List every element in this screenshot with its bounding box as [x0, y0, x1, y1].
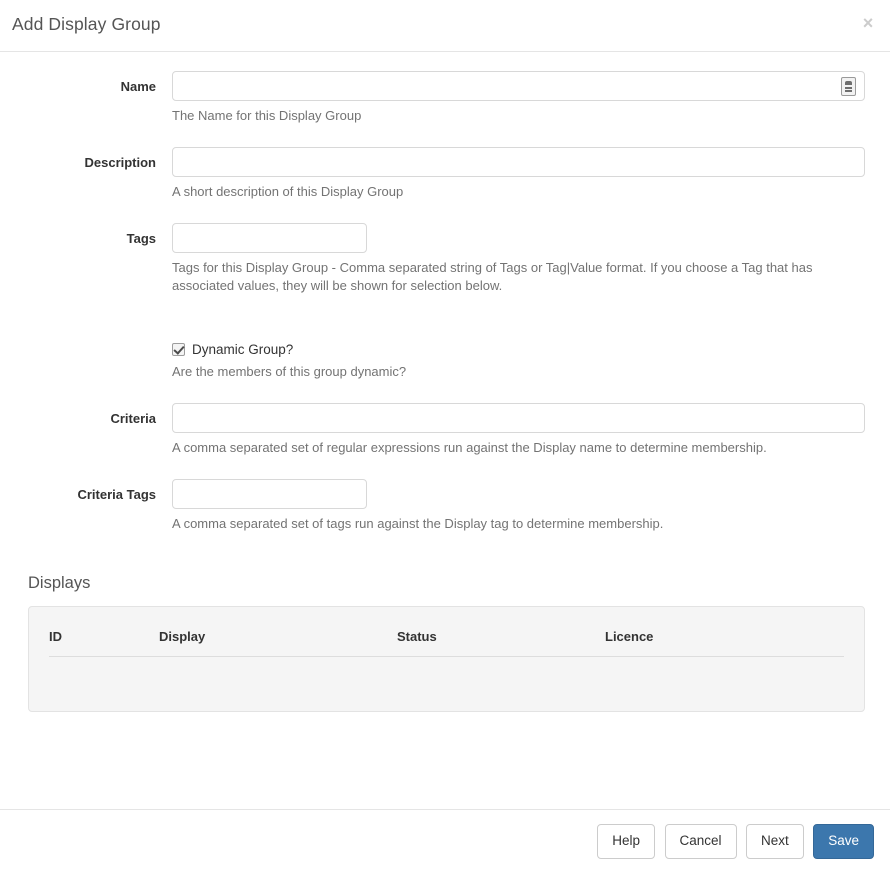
form-row-criteria: Criteria A comma separated set of regula… [0, 381, 890, 457]
help-description: A short description of this Display Grou… [172, 183, 865, 201]
close-icon[interactable]: × [858, 13, 878, 33]
page-title: Add Display Group [12, 14, 161, 35]
autofill-contact-card-icon[interactable] [841, 77, 856, 96]
cancel-button[interactable]: Cancel [665, 824, 737, 859]
label-criteria-tags: Criteria Tags [0, 479, 156, 502]
column-header-id[interactable]: ID [49, 625, 159, 657]
form-row-dynamic-group: Dynamic Group? Are the members of this g… [172, 295, 890, 381]
criteria-tags-input[interactable] [172, 479, 367, 509]
form-row-tags: Tags Tags for this Display Group - Comma… [0, 201, 890, 295]
modal-footer: Help Cancel Next Save [0, 809, 890, 872]
add-display-group-modal: Add Display Group × Name The Name for th… [0, 0, 890, 872]
modal-body: Name The Name for this Display Group Des… [0, 52, 890, 712]
displays-section: Displays ID Display Status Licence [0, 533, 890, 712]
label-criteria: Criteria [0, 403, 156, 426]
help-criteria: A comma separated set of regular express… [172, 439, 865, 457]
form-row-description: Description A short description of this … [0, 125, 890, 201]
dynamic-group-checkbox[interactable] [172, 343, 185, 356]
label-name: Name [0, 71, 156, 94]
help-button[interactable]: Help [597, 824, 655, 859]
name-input[interactable] [172, 71, 865, 101]
help-name: The Name for this Display Group [172, 107, 865, 125]
dynamic-group-toggle[interactable]: Dynamic Group? [172, 342, 890, 357]
criteria-input[interactable] [172, 403, 865, 433]
table-empty-row [49, 657, 844, 685]
label-tags: Tags [0, 223, 156, 246]
description-input[interactable] [172, 147, 865, 177]
column-header-display[interactable]: Display [159, 625, 397, 657]
modal-header: Add Display Group × [0, 0, 890, 52]
tags-input[interactable] [172, 223, 367, 253]
displays-section-title: Displays [28, 574, 865, 593]
next-button[interactable]: Next [746, 824, 804, 859]
table-header-row: ID Display Status Licence [49, 625, 844, 657]
column-header-licence[interactable]: Licence [605, 625, 844, 657]
help-criteria-tags: A comma separated set of tags run agains… [172, 515, 865, 533]
save-button[interactable]: Save [813, 824, 874, 859]
form-row-name: Name The Name for this Display Group [0, 52, 890, 125]
form-row-criteria-tags: Criteria Tags A comma separated set of t… [0, 457, 890, 533]
displays-table-head: ID Display Status Licence [49, 625, 844, 657]
displays-panel: ID Display Status Licence [28, 606, 865, 712]
help-dynamic-group: Are the members of this group dynamic? [172, 363, 865, 381]
dynamic-group-label: Dynamic Group? [192, 342, 293, 357]
displays-table: ID Display Status Licence [49, 625, 844, 685]
help-tags: Tags for this Display Group - Comma sepa… [172, 259, 865, 295]
displays-table-body [49, 657, 844, 685]
column-header-status[interactable]: Status [397, 625, 605, 657]
label-description: Description [0, 147, 156, 170]
